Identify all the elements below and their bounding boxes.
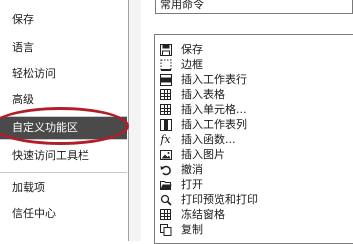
save-icon [159,43,172,56]
pane-gutter [129,0,141,241]
command-item[interactable]: 边框 [155,57,353,72]
insert-row-icon [159,73,172,86]
command-item[interactable]: 保存 [155,42,353,57]
command-label: 撤消 [181,163,203,176]
nav-item-quick-access-toolbar[interactable]: 快速访问工具栏 [0,145,127,167]
command-item[interactable]: 打开 [155,177,353,192]
insert-cells-icon [159,103,172,116]
freeze-panes-icon [159,208,172,221]
command-label: 保存 [181,43,203,56]
command-item[interactable]: 冻结窗格 [155,207,353,222]
command-label: 插入函数... [181,133,236,146]
nav-divider [0,172,127,173]
command-label: 冻结窗格 [181,208,225,221]
nav-item-customize-ribbon[interactable]: 自定义功能区 [0,117,127,139]
command-label: 边框 [181,58,203,71]
command-source-dropdown[interactable]: 常用命令 [155,0,353,14]
command-item[interactable]: fx 插入函数... [155,132,353,147]
nav-item-language[interactable]: 语言 [0,37,127,59]
command-item[interactable]: 插入工作表列 [155,117,353,132]
command-label: 插入单元格... [181,103,247,116]
print-preview-icon [159,193,172,206]
nav-divider [0,139,127,140]
command-label: 插入表格 [181,88,225,101]
command-label: 复制 [181,223,203,236]
border-icon [159,58,172,71]
nav-item-advanced[interactable]: 高级 [0,89,127,111]
command-item[interactable]: 打印预览和打印 [155,192,353,207]
table-icon [159,88,172,101]
command-label: 打开 [181,178,203,191]
options-nav: 保存 语言 轻松访问 高级 自定义功能区 快速访问工具栏 加载项 信任中心 [0,0,129,241]
insert-column-icon [159,118,172,131]
function-icon: fx [160,133,171,146]
command-label: 插入图片 [181,148,225,161]
nav-item-accessibility[interactable]: 轻松访问 [0,63,127,85]
undo-icon [159,163,172,176]
command-label: 打印预览和打印 [181,193,258,206]
command-list[interactable]: 保存 边框 插入工作表行 插入表格 插入单元格... 插入工作表列 fx 插入函… [154,34,353,244]
command-item[interactable]: 插入工作表行 [155,72,353,87]
nav-item-save[interactable]: 保存 [0,9,127,31]
picture-icon [159,148,172,161]
command-item[interactable]: 插入单元格... [155,102,353,117]
nav-item-trust-center[interactable]: 信任中心 [0,203,127,225]
open-folder-icon [159,178,172,191]
command-label: 插入工作表行 [181,73,247,86]
command-item[interactable]: 插入图片 [155,147,353,162]
copy-icon [159,223,172,236]
command-item[interactable]: 插入表格 [155,87,353,102]
command-item[interactable]: 撤消 [155,162,353,177]
command-label: 插入工作表列 [181,118,247,131]
customize-pane: 常用命令 保存 边框 插入工作表行 插入表格 插入单元格... 插入工作表列 f… [141,0,353,244]
command-item[interactable]: 复制 [155,222,353,237]
nav-item-addins[interactable]: 加载项 [0,177,127,199]
